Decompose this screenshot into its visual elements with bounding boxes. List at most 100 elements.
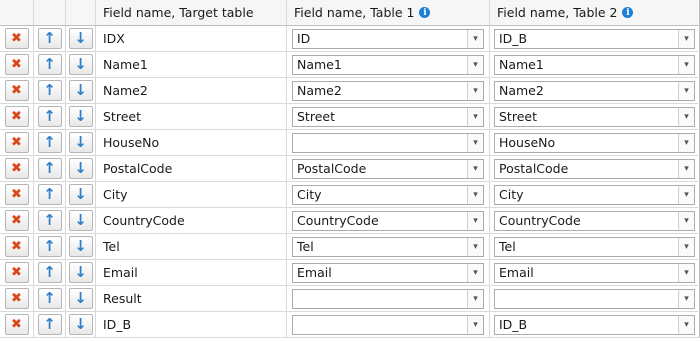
- table1-field-select[interactable]: ▾: [292, 314, 484, 335]
- chevron-down-icon[interactable]: ▾: [467, 185, 483, 204]
- move-up-button[interactable]: ↑: [37, 106, 62, 127]
- delete-row-button[interactable]: ✖: [4, 262, 29, 283]
- move-down-button[interactable]: ↓: [68, 262, 93, 283]
- header-target-field[interactable]: Field name, Target table: [96, 0, 287, 25]
- target-field-cell[interactable]: PostalCode: [96, 156, 287, 181]
- chevron-down-icon[interactable]: ▾: [678, 211, 694, 230]
- table2-field-select[interactable]: PostalCode ▾: [494, 158, 695, 179]
- target-field-cell[interactable]: CountryCode: [96, 208, 287, 233]
- chevron-down-icon[interactable]: ▾: [467, 107, 483, 126]
- move-up-button[interactable]: ↑: [37, 132, 62, 153]
- info-icon[interactable]: i: [419, 7, 431, 18]
- target-field-cell[interactable]: Name2: [96, 78, 287, 103]
- delete-row-button[interactable]: ✖: [4, 28, 29, 49]
- move-up-button[interactable]: ↑: [37, 210, 62, 231]
- table1-field-select[interactable]: Street ▾: [292, 106, 484, 127]
- chevron-down-icon[interactable]: ▾: [678, 81, 694, 100]
- delete-row-button[interactable]: ✖: [4, 314, 29, 335]
- chevron-down-icon[interactable]: ▾: [467, 81, 483, 100]
- table2-field-select[interactable]: ID_B ▾: [494, 28, 695, 49]
- table1-field-select[interactable]: Name2 ▾: [292, 80, 484, 101]
- move-up-button[interactable]: ↑: [37, 236, 62, 257]
- chevron-down-icon[interactable]: ▾: [678, 159, 694, 178]
- target-field-cell[interactable]: Email: [96, 260, 287, 285]
- table1-field-select[interactable]: Tel ▾: [292, 236, 484, 257]
- chevron-down-icon[interactable]: ▾: [678, 315, 694, 334]
- info-icon[interactable]: i: [622, 7, 634, 18]
- delete-row-button[interactable]: ✖: [4, 236, 29, 257]
- chevron-down-icon[interactable]: ▾: [467, 159, 483, 178]
- move-down-button[interactable]: ↓: [68, 288, 93, 309]
- move-up-button[interactable]: ↑: [37, 262, 62, 283]
- move-down-button[interactable]: ↓: [68, 28, 93, 49]
- move-down-button[interactable]: ↓: [68, 54, 93, 75]
- move-down-button[interactable]: ↓: [68, 158, 93, 179]
- move-up-button[interactable]: ↑: [37, 314, 62, 335]
- move-down-button[interactable]: ↓: [68, 132, 93, 153]
- move-up-button[interactable]: ↑: [37, 288, 62, 309]
- target-field-cell[interactable]: Tel: [96, 234, 287, 259]
- target-field-cell[interactable]: HouseNo: [96, 130, 287, 155]
- move-down-button[interactable]: ↓: [68, 210, 93, 231]
- delete-row-button[interactable]: ✖: [4, 132, 29, 153]
- delete-row-button[interactable]: ✖: [4, 210, 29, 231]
- move-up-button[interactable]: ↑: [37, 80, 62, 101]
- table2-field-select[interactable]: City ▾: [494, 184, 695, 205]
- header-table1-field[interactable]: Field name, Table 1 i: [287, 0, 490, 25]
- target-field-cell[interactable]: ID_B: [96, 312, 287, 337]
- move-down-button[interactable]: ↓: [68, 106, 93, 127]
- chevron-down-icon[interactable]: ▾: [467, 289, 483, 308]
- move-down-button[interactable]: ↓: [68, 184, 93, 205]
- chevron-down-icon[interactable]: ▾: [678, 237, 694, 256]
- chevron-down-icon[interactable]: ▾: [467, 29, 483, 48]
- table2-field-select[interactable]: ▾: [494, 288, 695, 309]
- table1-field-select[interactable]: Name1 ▾: [292, 54, 484, 75]
- table2-field-select[interactable]: Street ▾: [494, 106, 695, 127]
- move-up-button[interactable]: ↑: [37, 54, 62, 75]
- target-field-cell[interactable]: IDX: [96, 26, 287, 51]
- table1-field-select[interactable]: Email ▾: [292, 262, 484, 283]
- chevron-down-icon[interactable]: ▾: [678, 289, 694, 308]
- table2-field-select[interactable]: ID_B ▾: [494, 314, 695, 335]
- chevron-down-icon[interactable]: ▾: [678, 263, 694, 282]
- chevron-down-icon[interactable]: ▾: [467, 133, 483, 152]
- move-down-button[interactable]: ↓: [68, 314, 93, 335]
- delete-row-button[interactable]: ✖: [4, 80, 29, 101]
- table1-field-select[interactable]: ▾: [292, 288, 484, 309]
- chevron-down-icon[interactable]: ▾: [678, 55, 694, 74]
- table1-field-select[interactable]: CountryCode ▾: [292, 210, 484, 231]
- delete-row-button[interactable]: ✖: [4, 54, 29, 75]
- chevron-down-icon[interactable]: ▾: [467, 211, 483, 230]
- table1-field-select[interactable]: City ▾: [292, 184, 484, 205]
- target-field-cell[interactable]: Street: [96, 104, 287, 129]
- table2-field-select[interactable]: CountryCode ▾: [494, 210, 695, 231]
- table1-field-select[interactable]: ▾: [292, 132, 484, 153]
- delete-row-button[interactable]: ✖: [4, 158, 29, 179]
- table2-field-select[interactable]: Email ▾: [494, 262, 695, 283]
- chevron-down-icon[interactable]: ▾: [678, 107, 694, 126]
- table1-field-select[interactable]: PostalCode ▾: [292, 158, 484, 179]
- chevron-down-icon[interactable]: ▾: [467, 237, 483, 256]
- table2-field-select[interactable]: Name1 ▾: [494, 54, 695, 75]
- move-down-button[interactable]: ↓: [68, 80, 93, 101]
- table1-field-select[interactable]: ID ▾: [292, 28, 484, 49]
- chevron-down-icon[interactable]: ▾: [678, 29, 694, 48]
- chevron-down-icon[interactable]: ▾: [467, 263, 483, 282]
- move-up-button[interactable]: ↑: [37, 28, 62, 49]
- move-down-button[interactable]: ↓: [68, 236, 93, 257]
- chevron-down-icon[interactable]: ▾: [678, 133, 694, 152]
- delete-row-button[interactable]: ✖: [4, 184, 29, 205]
- table2-field-select[interactable]: Tel ▾: [494, 236, 695, 257]
- move-up-button[interactable]: ↑: [37, 158, 62, 179]
- table2-field-select[interactable]: Name2 ▾: [494, 80, 695, 101]
- target-field-cell[interactable]: City: [96, 182, 287, 207]
- delete-row-button[interactable]: ✖: [4, 288, 29, 309]
- chevron-down-icon[interactable]: ▾: [678, 185, 694, 204]
- chevron-down-icon[interactable]: ▾: [467, 315, 483, 334]
- table2-field-select[interactable]: HouseNo ▾: [494, 132, 695, 153]
- target-field-cell[interactable]: Result: [96, 286, 287, 311]
- delete-row-button[interactable]: ✖: [4, 106, 29, 127]
- target-field-cell[interactable]: Name1: [96, 52, 287, 77]
- move-up-button[interactable]: ↑: [37, 184, 62, 205]
- header-table2-field[interactable]: Field name, Table 2 i: [490, 0, 700, 25]
